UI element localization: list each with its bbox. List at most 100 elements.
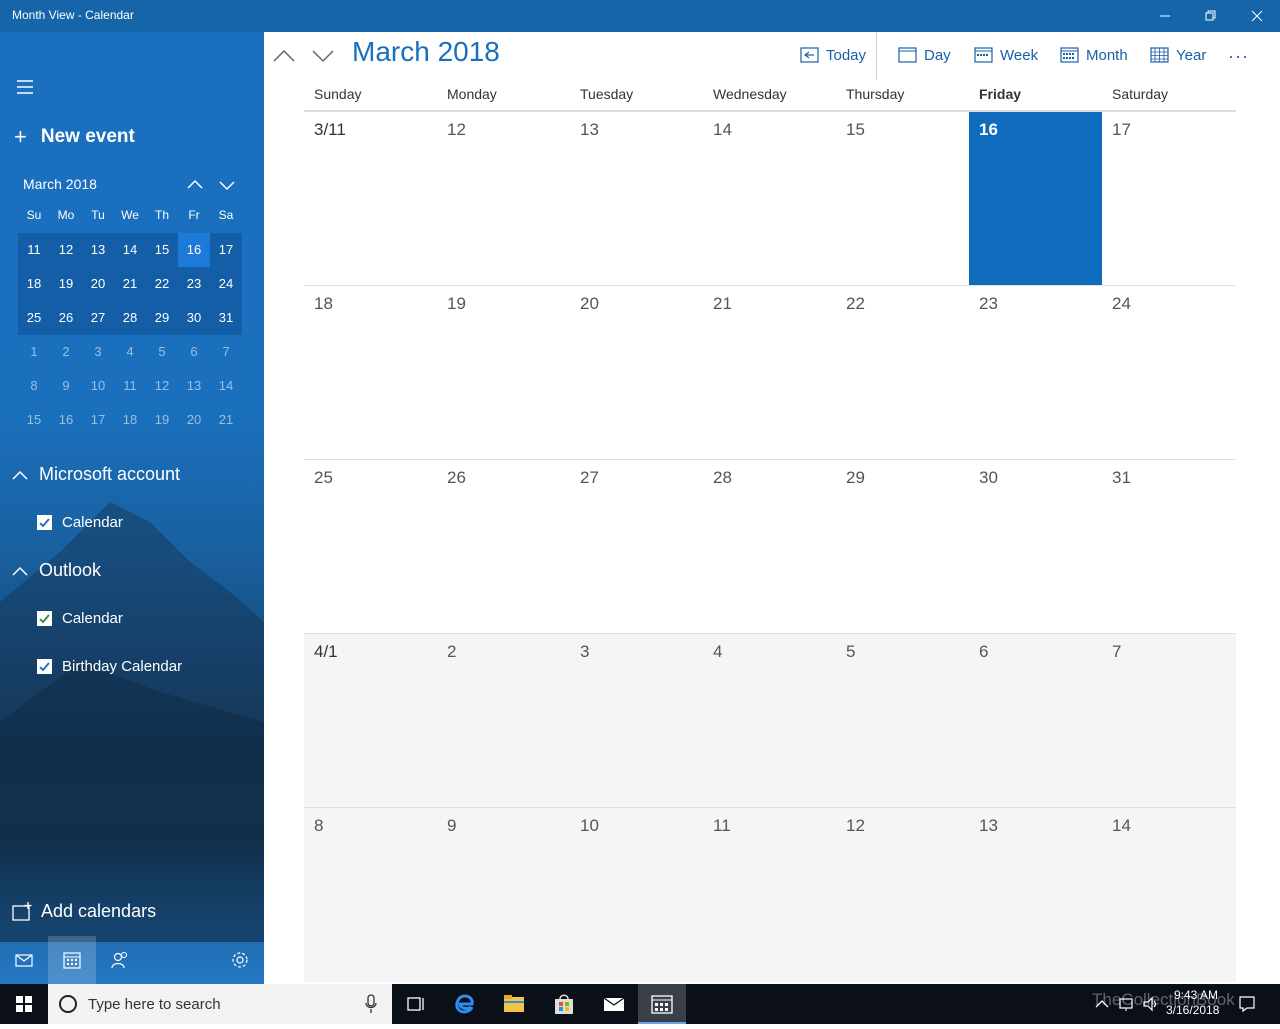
day-cell[interactable]: 25 [304, 460, 437, 634]
mini-calendar-day[interactable]: 14 [114, 233, 146, 267]
day-cell[interactable]: 23 [969, 286, 1102, 460]
mini-calendar-day[interactable]: 21 [210, 403, 242, 437]
mini-calendar-day[interactable]: 19 [50, 267, 82, 301]
mini-calendar-day[interactable]: 6 [178, 335, 210, 369]
settings-gear-icon[interactable] [216, 936, 264, 984]
day-cell-today[interactable]: 16 [969, 112, 1102, 286]
microphone-icon[interactable] [364, 994, 378, 1014]
close-button[interactable] [1234, 0, 1280, 32]
month-title[interactable]: March 2018 [352, 36, 500, 68]
calendar-item-microsoft-calendar[interactable]: Calendar [37, 514, 123, 531]
day-cell[interactable]: 10 [570, 808, 703, 982]
checkbox-checked-icon[interactable] [37, 611, 52, 626]
mini-calendar-day[interactable]: 4 [114, 335, 146, 369]
mini-calendar-day[interactable]: 19 [146, 403, 178, 437]
next-month-icon[interactable] [311, 46, 335, 66]
mini-calendar-day[interactable]: 11 [18, 233, 50, 267]
day-cell[interactable]: 31 [1102, 460, 1235, 634]
mini-calendar-day[interactable]: 17 [210, 233, 242, 267]
year-view-button[interactable]: Year [1150, 46, 1206, 64]
day-cell[interactable]: 5 [836, 634, 969, 808]
mini-calendar-day[interactable]: 21 [114, 267, 146, 301]
day-cell[interactable]: 30 [969, 460, 1102, 634]
day-cell[interactable]: 12 [437, 112, 570, 286]
mini-calendar-day[interactable]: 3 [82, 335, 114, 369]
calendar-item-outlook-calendar[interactable]: Calendar [37, 610, 123, 627]
day-cell[interactable]: 19 [437, 286, 570, 460]
month-view-button[interactable]: Month [1060, 46, 1128, 64]
day-view-button[interactable]: Day [898, 46, 951, 64]
windows-start-icon[interactable] [0, 984, 48, 1024]
network-icon[interactable] [1118, 996, 1136, 1012]
mini-calendar-day[interactable]: 16 [50, 403, 82, 437]
day-cell[interactable]: 15 [836, 112, 969, 286]
day-cell[interactable]: 13 [969, 808, 1102, 982]
mini-calendar-day[interactable]: 14 [210, 369, 242, 403]
mini-calendar-day[interactable]: 18 [114, 403, 146, 437]
day-cell[interactable]: 28 [703, 460, 836, 634]
mini-calendar-day[interactable]: 29 [146, 301, 178, 335]
calendar-app-icon[interactable] [638, 984, 686, 1024]
calendar-item-birthday-calendar[interactable]: Birthday Calendar [37, 658, 182, 675]
mini-calendar-day[interactable]: 17 [82, 403, 114, 437]
mini-calendar-day[interactable]: 10 [82, 369, 114, 403]
file-explorer-icon[interactable] [490, 984, 538, 1024]
action-center-icon[interactable] [1238, 995, 1256, 1013]
mini-calendar-day[interactable]: 7 [210, 335, 242, 369]
day-cell[interactable]: 4/1 [304, 634, 437, 808]
mini-calendar-day[interactable]: 25 [18, 301, 50, 335]
calendar-icon[interactable] [48, 936, 96, 984]
day-cell[interactable]: 24 [1102, 286, 1235, 460]
mini-calendar-day[interactable]: 8 [18, 369, 50, 403]
day-cell[interactable]: 14 [703, 112, 836, 286]
day-cell[interactable]: 26 [437, 460, 570, 634]
day-cell[interactable]: 17 [1102, 112, 1235, 286]
mini-calendar-day[interactable]: 26 [50, 301, 82, 335]
mini-calendar-day[interactable]: 1 [18, 335, 50, 369]
day-cell[interactable]: 3 [570, 634, 703, 808]
mini-calendar-day[interactable]: 28 [114, 301, 146, 335]
account-outlook-toggle[interactable]: Outlook [12, 560, 101, 581]
mini-calendar-day[interactable]: 30 [178, 301, 210, 335]
day-cell[interactable]: 4 [703, 634, 836, 808]
mini-calendar-day[interactable]: 24 [210, 267, 242, 301]
day-cell[interactable]: 27 [570, 460, 703, 634]
day-cell[interactable]: 7 [1102, 634, 1235, 808]
mini-calendar-day[interactable]: 12 [146, 369, 178, 403]
mini-calendar-day[interactable]: 12 [50, 233, 82, 267]
day-cell[interactable]: 2 [437, 634, 570, 808]
mini-calendar-today[interactable]: 16 [178, 233, 210, 267]
day-cell[interactable]: 21 [703, 286, 836, 460]
day-cell[interactable]: 13 [570, 112, 703, 286]
day-cell[interactable]: 20 [570, 286, 703, 460]
hamburger-menu-icon[interactable] [14, 78, 36, 96]
mini-calendar-day[interactable]: 15 [18, 403, 50, 437]
edge-browser-icon[interactable] [440, 984, 488, 1024]
day-cell[interactable]: 8 [304, 808, 437, 982]
mini-calendar-day[interactable]: 9 [50, 369, 82, 403]
mini-calendar-day[interactable]: 20 [82, 267, 114, 301]
store-icon[interactable] [540, 984, 588, 1024]
mini-calendar-title[interactable]: March 2018 [23, 176, 97, 192]
more-options-button[interactable]: ··· [1228, 46, 1249, 67]
new-event-button[interactable]: + New event [14, 125, 135, 149]
minimize-button[interactable] [1142, 0, 1188, 32]
mini-calendar-day[interactable]: 20 [178, 403, 210, 437]
taskbar-search-box[interactable]: Type here to search [48, 984, 392, 1024]
day-cell[interactable]: 6 [969, 634, 1102, 808]
mini-calendar-day[interactable]: 27 [82, 301, 114, 335]
mini-calendar-day[interactable]: 2 [50, 335, 82, 369]
today-button[interactable]: Today [800, 46, 866, 64]
mini-calendar-day[interactable]: 22 [146, 267, 178, 301]
people-icon[interactable] [96, 936, 144, 984]
mail-app-icon[interactable] [590, 984, 638, 1024]
mini-calendar-day[interactable]: 13 [178, 369, 210, 403]
mini-calendar-day[interactable]: 31 [210, 301, 242, 335]
mini-calendar-day[interactable]: 15 [146, 233, 178, 267]
restore-button[interactable] [1188, 0, 1234, 32]
day-cell[interactable]: 22 [836, 286, 969, 460]
account-microsoft-toggle[interactable]: Microsoft account [12, 464, 180, 485]
day-cell[interactable]: 12 [836, 808, 969, 982]
week-view-button[interactable]: Week [974, 46, 1038, 64]
day-cell[interactable]: 14 [1102, 808, 1235, 982]
